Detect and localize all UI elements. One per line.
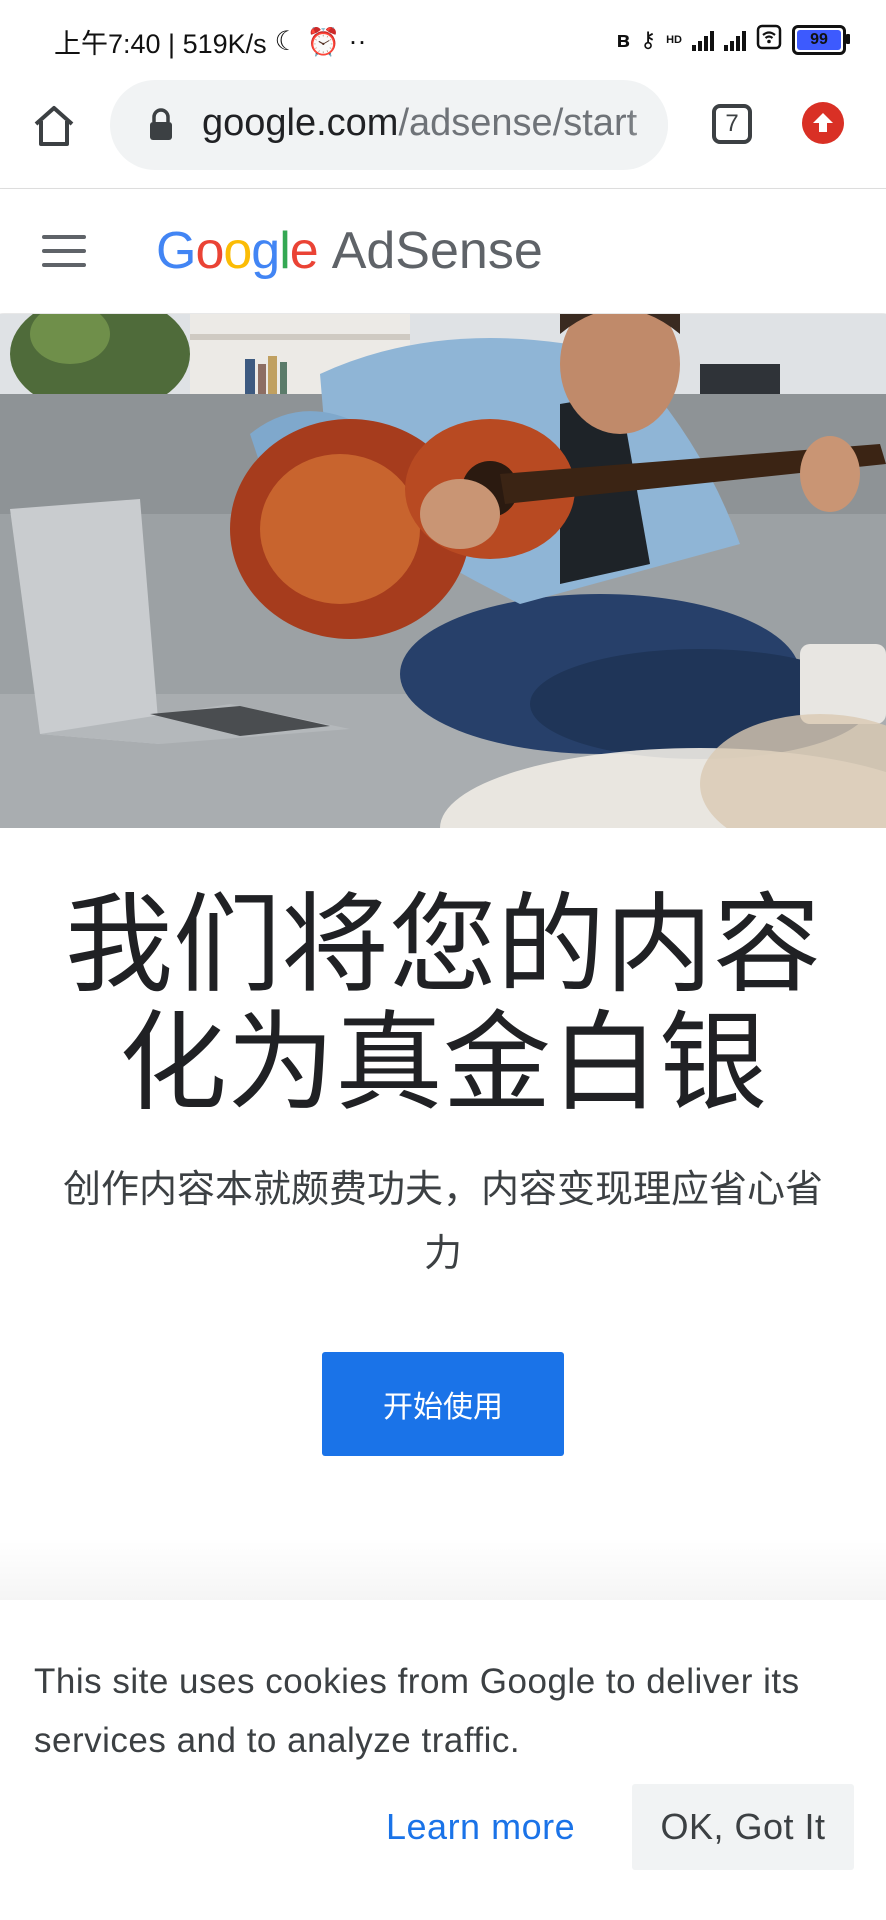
bluetooth-icon: ʙ (616, 27, 630, 52)
ok-got-it-button[interactable]: OK, Got It (632, 1784, 854, 1870)
hamburger-menu-button[interactable] (42, 235, 86, 267)
status-time: 上午7:40 | 519K/s (54, 29, 267, 59)
hero-image (0, 314, 886, 828)
headline-line-1: 我们将您的内容 (64, 884, 821, 1005)
key-icon: ⚷ (639, 27, 657, 52)
signal-icon-2 (724, 29, 746, 51)
address-bar[interactable]: google.com/adsense/start (110, 80, 668, 170)
url-host: google.com (202, 102, 399, 144)
home-icon (34, 106, 74, 146)
site-header: Google AdSense (0, 189, 886, 313)
logo-product-name: AdSense (331, 222, 543, 280)
signal-icon-1 (692, 29, 714, 51)
hero-illustration (0, 314, 886, 828)
page-headline: 我们将您的内容 化为真金白银 (40, 886, 846, 1122)
battery-level: 99 (810, 31, 828, 48)
lock-icon (150, 108, 172, 140)
get-started-button[interactable]: 开始使用 (322, 1352, 564, 1456)
tab-switcher-button[interactable]: 7 (712, 104, 752, 144)
url-text: google.com/adsense/start (202, 102, 637, 145)
status-right: ʙ ⚷ HD 99 (616, 24, 850, 56)
arrow-up-icon (813, 113, 833, 132)
status-bar: 上午7:40 | 519K/s ☾ ⏰ ·· ʙ ⚷ HD 99 (0, 0, 886, 78)
update-button[interactable] (802, 102, 844, 144)
status-left: 上午7:40 | 519K/s ☾ ⏰ ·· (54, 22, 366, 61)
battery-icon: 99 (792, 25, 850, 55)
more-dots-icon: ·· (348, 26, 367, 56)
adsense-logo[interactable]: Google AdSense (156, 221, 543, 281)
home-button[interactable] (30, 102, 78, 150)
hd-label: HD (666, 34, 682, 46)
cookie-message: This site uses cookies from Google to de… (34, 1662, 800, 1760)
headline-line-2: 化为真金白银 (118, 1002, 767, 1123)
url-path: /adsense/start (398, 102, 638, 144)
google-wordmark: Google (156, 222, 319, 280)
learn-more-link[interactable]: Learn more (386, 1806, 575, 1848)
moon-icon: ☾ (274, 26, 299, 56)
page-subheading: 创作内容本就颇费功夫，内容变现理应省心省力 (62, 1169, 823, 1275)
alarm-icon: ⏰ (306, 26, 341, 57)
wifi-icon (756, 24, 782, 56)
tab-count: 7 (725, 110, 739, 137)
browser-toolbar: google.com/adsense/start 7 (0, 78, 886, 189)
cookie-banner: This site uses cookies from Google to de… (0, 1600, 886, 1920)
